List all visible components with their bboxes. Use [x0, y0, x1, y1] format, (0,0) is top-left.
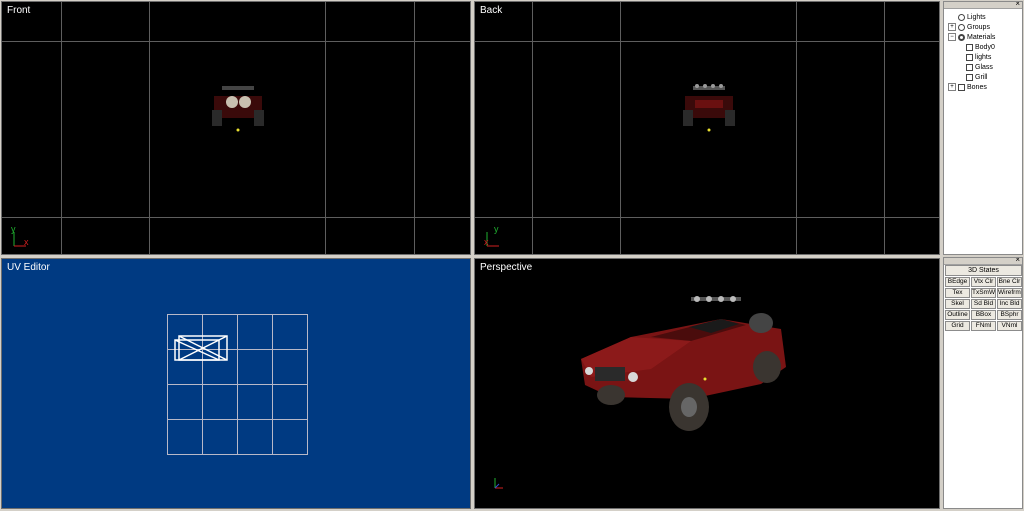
- texture-icon: [966, 53, 973, 61]
- close-icon[interactable]: ×: [1015, 258, 1020, 265]
- grid-line: [2, 41, 470, 42]
- scene-tree-titlebar: ×: [944, 2, 1022, 9]
- wireframe-button[interactable]: Wirefrme: [997, 288, 1022, 298]
- axis-label-x: x: [24, 237, 29, 247]
- vtx-clr-button[interactable]: Vtx Clr: [971, 277, 996, 287]
- grid-line: [475, 217, 939, 218]
- inc-bld-button[interactable]: Inc Bld: [997, 299, 1022, 309]
- tree-item-materials[interactable]: − Materials: [948, 33, 995, 43]
- tree-item-label: Body0: [975, 44, 995, 51]
- states-panel: × 3D States BEdge Vtx Clr Bne Clr Tex Sm…: [943, 257, 1023, 509]
- texture-icon: [966, 73, 973, 81]
- axis-label-y: y: [11, 224, 16, 234]
- grid-line: [475, 41, 939, 42]
- truck-back-model: [683, 84, 735, 132]
- collapse-icon[interactable]: −: [948, 33, 956, 42]
- truck-front-model: [212, 86, 264, 132]
- grid-line: [532, 2, 533, 254]
- expand-icon[interactable]: +: [948, 83, 956, 92]
- tree-item-groups[interactable]: + Groups: [948, 23, 990, 33]
- grid-line: [884, 2, 885, 254]
- texture-icon: [966, 43, 973, 51]
- back-viewport[interactable]: Back y x: [474, 1, 940, 255]
- truck-perspective-model: [581, 296, 786, 431]
- 3d-states-button[interactable]: 3D States: [945, 265, 1022, 276]
- tree-item-label: Materials: [967, 34, 996, 41]
- outline-button[interactable]: Outline: [945, 310, 970, 320]
- grid-line: [2, 217, 470, 218]
- uv-editor-title: UV Editor: [7, 262, 50, 273]
- light-icon: [958, 13, 965, 21]
- axis-gizmo: [494, 478, 503, 489]
- tex-smi-button[interactable]: Tex Smi: [945, 288, 970, 298]
- grid-line: [61, 2, 62, 254]
- tree-item-label: lights: [975, 54, 992, 61]
- uv-island: [174, 335, 228, 361]
- axis-label-y: y: [494, 224, 499, 234]
- tree-item-label: Lights: [967, 14, 986, 21]
- txsmwr-button[interactable]: TxSmWr: [971, 288, 996, 298]
- tree-item-grill[interactable]: Grill: [966, 73, 987, 83]
- tree-item-body0[interactable]: Body0: [966, 43, 995, 53]
- grid-line: [620, 2, 621, 254]
- grid-line: [796, 2, 797, 254]
- tree-item-lights-material[interactable]: lights: [966, 53, 991, 63]
- uv-editor-viewport[interactable]: UV Editor: [1, 258, 471, 509]
- tree-item-label: Bones: [967, 84, 987, 91]
- grid-line: [149, 2, 150, 254]
- tree-item-label: Grill: [975, 74, 988, 81]
- bbox-button[interactable]: BBox: [971, 310, 996, 320]
- expand-icon[interactable]: +: [948, 23, 956, 32]
- tree-item-bones[interactable]: + Bones: [948, 83, 987, 93]
- front-viewport-title: Front: [7, 5, 31, 16]
- axis-label-x: x: [484, 237, 489, 247]
- bedge-button[interactable]: BEdge: [945, 277, 970, 287]
- sd-bld-button[interactable]: Sd Bld: [971, 299, 996, 309]
- bones-icon: [958, 83, 965, 91]
- bsphr-button[interactable]: BSphr: [997, 310, 1022, 320]
- skel-button[interactable]: Skel: [945, 299, 970, 309]
- tree-item-label: Glass: [975, 64, 993, 71]
- perspective-viewport[interactable]: Perspective: [474, 258, 940, 509]
- close-icon[interactable]: ×: [1015, 2, 1020, 9]
- perspective-viewport-title: Perspective: [480, 262, 533, 273]
- fnml-button[interactable]: FNml: [971, 321, 996, 331]
- groups-icon: [958, 23, 965, 31]
- texture-icon: [966, 63, 973, 71]
- scene-tree-panel: × Lights + Groups − Materials Body0 lights…: [943, 1, 1023, 255]
- states-titlebar: ×: [944, 258, 1022, 265]
- front-viewport[interactable]: Front y x: [1, 1, 471, 255]
- back-viewport-title: Back: [480, 5, 503, 16]
- vnml-button[interactable]: VNml: [997, 321, 1022, 331]
- bne-clr-button[interactable]: Bne Clr: [997, 277, 1022, 287]
- grid-line: [414, 2, 415, 254]
- uv-grid: [167, 314, 308, 455]
- tree-item-label: Groups: [967, 24, 990, 31]
- tree-item-lights[interactable]: Lights: [958, 13, 986, 23]
- grid-button[interactable]: Grid: [945, 321, 970, 331]
- grid-line: [325, 2, 326, 254]
- tree-item-glass[interactable]: Glass: [966, 63, 993, 73]
- materials-icon: [958, 33, 965, 41]
